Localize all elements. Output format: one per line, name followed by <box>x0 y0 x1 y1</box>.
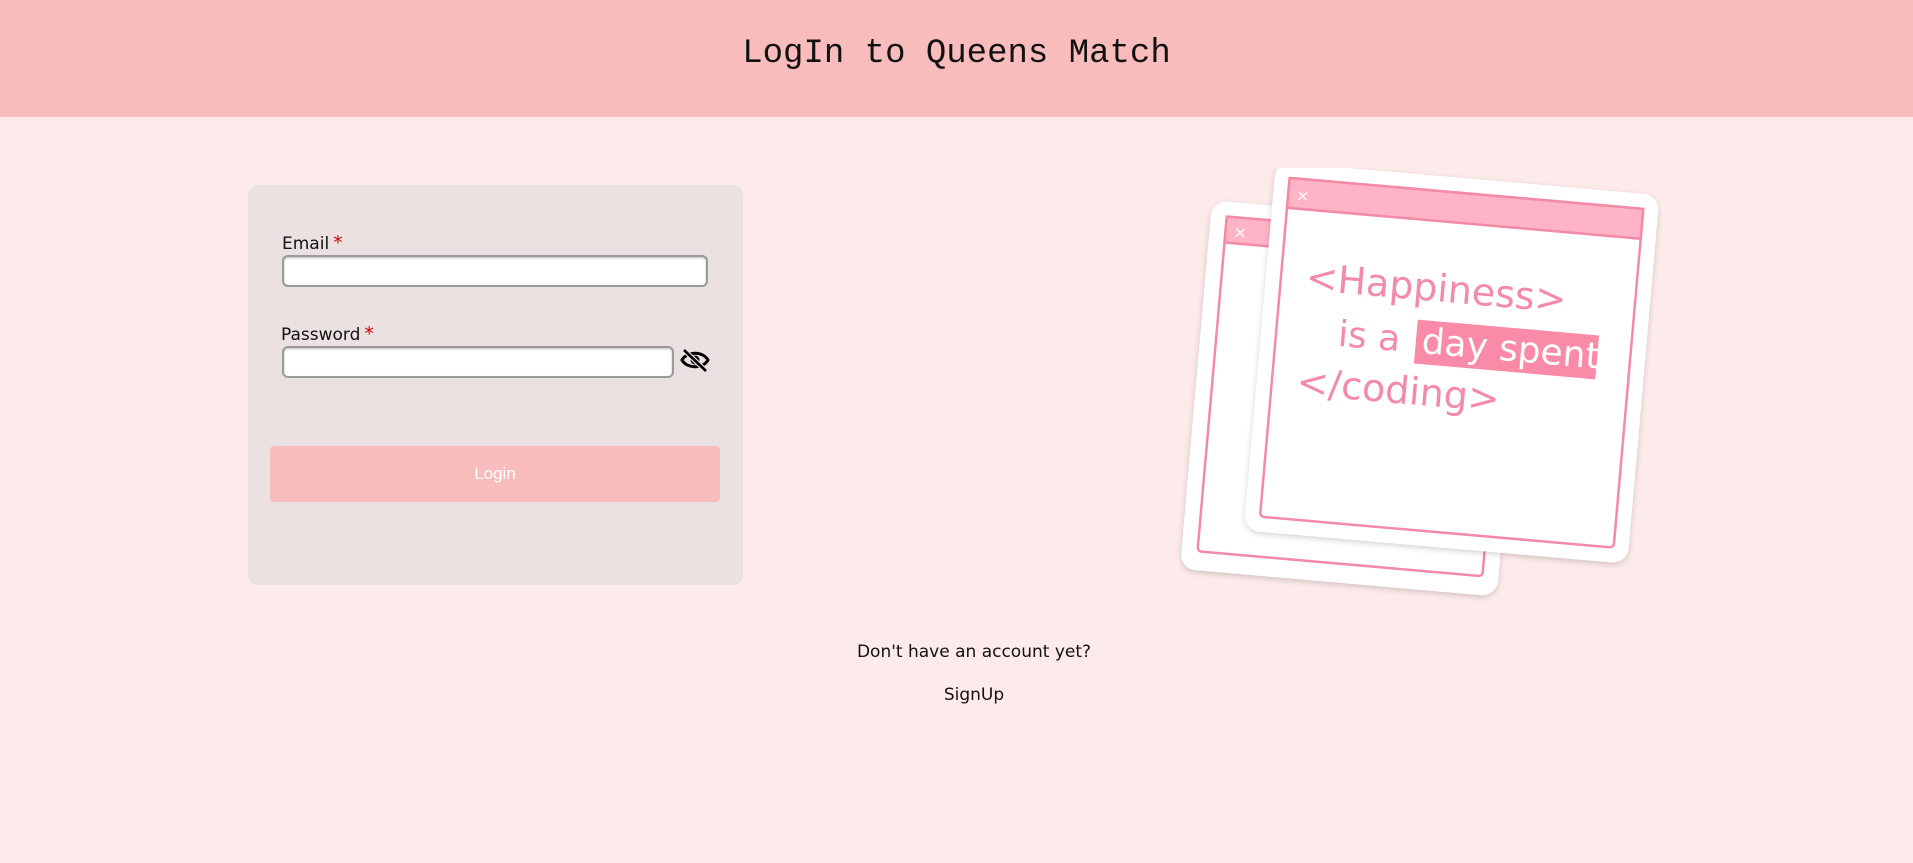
front-window: × <Happiness> is a day spent </coding> <box>1245 168 1659 563</box>
password-field[interactable] <box>282 346 674 378</box>
email-required-mark: * <box>333 232 343 254</box>
email-label-text: Email <box>282 234 330 254</box>
header-bar: LogIn to Queens Match <box>0 0 1913 117</box>
front-window-close-icon: × <box>1295 186 1310 206</box>
password-label-text: Password <box>281 325 361 345</box>
login-button[interactable]: Login <box>270 446 720 502</box>
eye-slash-icon <box>680 348 710 373</box>
email-field[interactable] <box>282 255 708 287</box>
page-title: LogIn to Queens Match <box>742 35 1171 73</box>
password-label: Password * <box>281 323 374 346</box>
password-required-mark: * <box>364 323 374 345</box>
signup-prompt: Don't have an account yet? <box>856 642 1092 662</box>
email-label: Email * <box>282 232 343 255</box>
illustration-line-2-prefix: is a <box>1336 314 1402 360</box>
password-visibility-toggle[interactable] <box>680 346 710 374</box>
coding-happiness-illustration: × × <Happiness> is a day spent </coding> <box>1181 168 1659 596</box>
back-window-close-icon: × <box>1233 222 1248 242</box>
signup-link[interactable]: SignUp <box>0 683 1913 707</box>
